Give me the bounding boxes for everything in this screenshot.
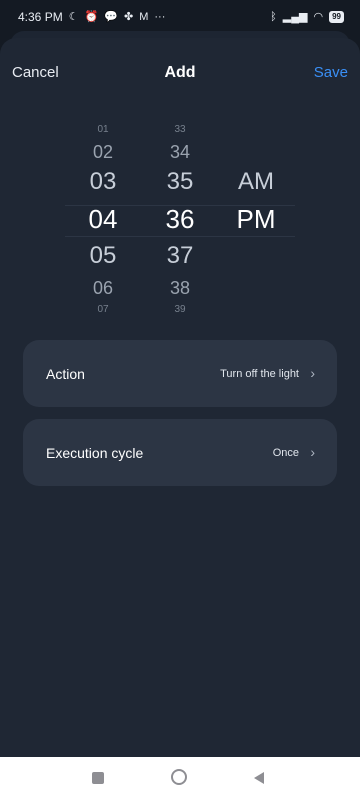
- hour-option[interactable]: 03: [73, 168, 133, 196]
- more-icon: ···: [154, 10, 166, 23]
- back-button[interactable]: [254, 772, 264, 784]
- status-time: 4:36 PM: [18, 10, 63, 24]
- minute-option-selected[interactable]: 36: [150, 204, 210, 235]
- time-picker[interactable]: 01 02 03 04 05 06 07 33 34 35 36 37 38 3…: [0, 118, 360, 318]
- mail-icon: M: [139, 10, 149, 23]
- execution-cycle-row[interactable]: Execution cycle Once ›: [23, 419, 337, 486]
- minute-option[interactable]: 37: [150, 242, 210, 270]
- chevron-right-icon: ›: [310, 444, 315, 460]
- battery-icon: 99: [329, 11, 344, 23]
- bluetooth-icon: ᛒ: [270, 10, 277, 23]
- selection-line-bottom: [65, 236, 295, 237]
- wifi-icon: ◠: [313, 10, 324, 23]
- recent-apps-button[interactable]: [92, 772, 104, 784]
- minute-option[interactable]: 35: [150, 168, 210, 196]
- signal-icon: ▂▄▆: [282, 10, 308, 23]
- minute-option[interactable]: 39: [150, 304, 210, 313]
- fan-icon: ✤: [123, 10, 134, 23]
- system-nav-bar: [0, 757, 360, 800]
- action-value: Turn off the light: [220, 368, 299, 380]
- minute-option[interactable]: 38: [150, 278, 210, 299]
- chat-icon: 💬: [104, 10, 118, 23]
- add-sheet: Cancel Add Save 01 02 03 04 05 06 07 33 …: [0, 38, 360, 758]
- status-right: ᛒ ▂▄▆ ◠ 99: [270, 11, 344, 23]
- header: Cancel Add Save: [0, 64, 360, 84]
- hour-option-selected[interactable]: 04: [73, 204, 133, 235]
- hour-option[interactable]: 07: [73, 304, 133, 313]
- hour-option[interactable]: 06: [73, 278, 133, 299]
- action-label: Action: [46, 366, 85, 382]
- action-row[interactable]: Action Turn off the light ›: [23, 340, 337, 407]
- minute-option[interactable]: 34: [150, 142, 210, 163]
- save-button[interactable]: Save: [314, 64, 348, 81]
- alarm-off-icon: ⏰: [84, 10, 99, 23]
- moon-icon: ☾: [68, 10, 79, 23]
- execution-cycle-label: Execution cycle: [46, 445, 144, 461]
- home-button[interactable]: [171, 769, 187, 785]
- hour-option[interactable]: 01: [73, 124, 133, 135]
- page-title: Add: [164, 64, 196, 81]
- minute-option[interactable]: 33: [150, 124, 210, 135]
- hour-option[interactable]: 02: [73, 142, 133, 163]
- hour-option[interactable]: 05: [73, 242, 133, 270]
- status-bar: 4:36 PM ☾ ⏰ 💬 ✤ M ··· ᛒ ▂▄▆ ◠ 99: [0, 0, 360, 34]
- status-left: 4:36 PM ☾ ⏰ 💬 ✤ M ···: [18, 10, 165, 24]
- chevron-right-icon: ›: [310, 365, 315, 381]
- period-option[interactable]: AM: [226, 168, 286, 196]
- period-option-selected[interactable]: PM: [226, 204, 286, 235]
- execution-cycle-value: Once: [272, 447, 299, 459]
